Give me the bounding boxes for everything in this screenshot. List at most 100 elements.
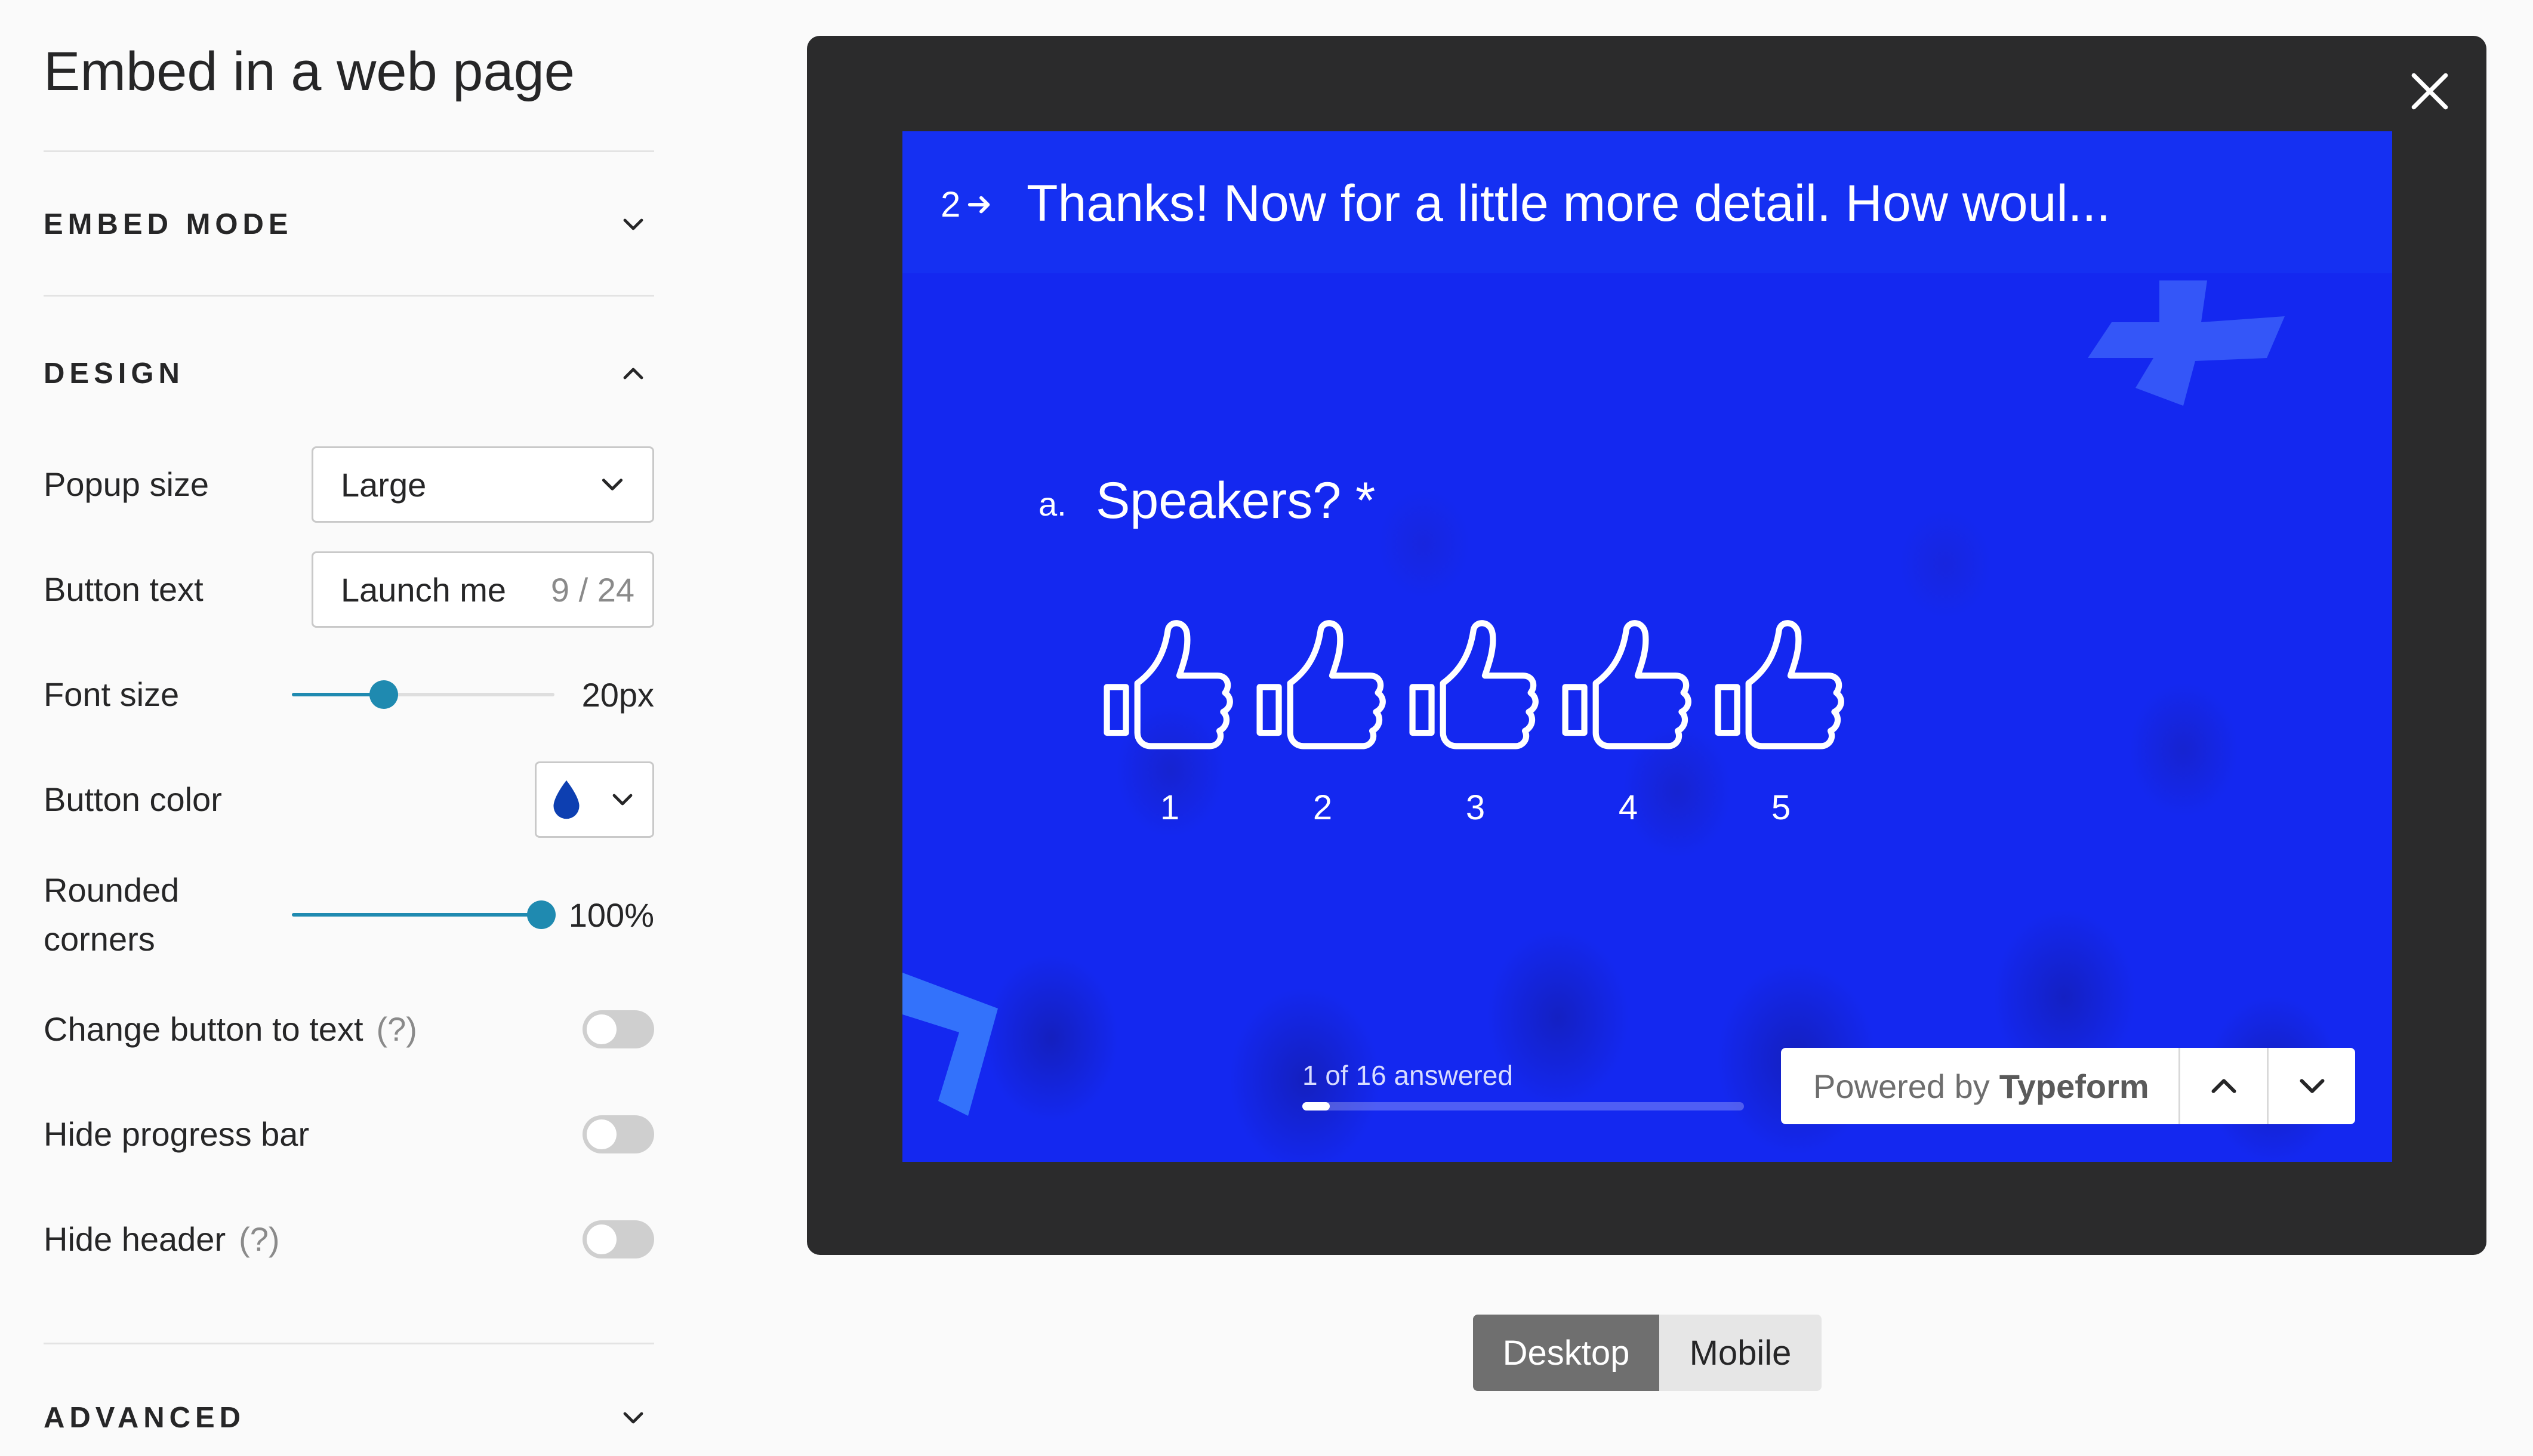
hide-header-label: Hide header (?) [44,1215,280,1264]
rating-option[interactable]: 5 [1705,615,1857,828]
rounded-corners-label-line1: Rounded [44,871,180,909]
question-title: Thanks! Now for a little more detail. Ho… [1027,175,2111,232]
chevron-up-icon [2211,1079,2236,1093]
page-title: Embed in a web page [44,41,575,102]
font-size-value: 20px [581,675,654,714]
popup-size-value: Large [341,465,427,504]
section-embed-mode[interactable]: EMBED MODE [44,195,654,254]
help-link[interactable]: (?) [377,1010,417,1048]
mobile-button[interactable]: Mobile [1659,1315,1822,1391]
thumbs-up-icon [1562,620,1691,749]
rating-option[interactable]: 1 [1093,615,1246,828]
toggle-knob [587,1224,617,1254]
rounded-corners-slider[interactable] [292,897,556,933]
chevron-down-icon [612,794,633,806]
droplet-icon [553,780,580,819]
button-text-input[interactable]: Launch me 9 / 24 [312,551,654,628]
hide-progress-bar-toggle[interactable] [583,1115,654,1153]
change-button-to-text-label: Change button to text (?) [44,1005,417,1054]
powered-by-prefix: Powered by [1813,1067,1990,1105]
rating-number: 5 [1771,788,1791,827]
section-embed-mode-label: EMBED MODE [44,208,293,240]
desktop-button[interactable]: Desktop [1473,1315,1659,1391]
rating-option[interactable]: 2 [1246,615,1399,828]
close-icon[interactable] [2403,64,2457,118]
chevron-up-icon [612,353,654,394]
progress-bar [1302,1102,1744,1110]
hide-header-row: Hide header (?) [44,1213,654,1266]
rating-option[interactable]: 3 [1399,615,1552,828]
sub-question-title: Speakers? * [1096,472,1376,529]
hide-progress-bar-label: Hide progress bar [44,1115,310,1153]
font-size-label: Font size [44,675,180,713]
divider [44,1343,654,1344]
hide-header-text: Hide header [44,1220,226,1258]
section-design[interactable]: DESIGN [44,344,654,403]
character-count: 9 / 24 [550,570,634,609]
sub-question-letter: a. [1039,485,1067,523]
popup-size-label: Popup size [44,465,209,503]
section-advanced-label: ADVANCED [44,1402,246,1434]
arrow-right-icon [968,196,990,213]
popup-size-select[interactable]: Large [312,446,654,523]
toggle-knob [587,1119,617,1149]
hide-header-toggle[interactable] [583,1220,654,1258]
chevron-down-icon [602,479,623,491]
thumbs-up-icon [1409,620,1539,749]
progress-bar-fill [1302,1102,1330,1110]
section-advanced[interactable]: ADVANCED [44,1388,654,1448]
thumbs-up-icon [1104,620,1233,749]
thumbs-up-icon [1715,620,1844,749]
rating-number: 4 [1618,788,1638,827]
decorative-cross-shape [2088,280,2285,406]
popup-size-row: Popup size Large [44,446,654,523]
chevron-down-icon [612,203,654,245]
hide-progress-bar-row: Hide progress bar [44,1108,654,1161]
thumbs-rating: 1 2 3 4 5 [1093,615,1857,828]
button-text-value: Launch me [341,570,507,609]
button-text-row: Button text Launch me 9 / 24 [44,551,654,628]
chevron-down-icon [2300,1079,2324,1093]
chevron-down-icon [612,1397,654,1439]
slider-handle[interactable] [369,680,398,709]
previous-question-button[interactable] [2178,1048,2267,1124]
device-toggle: Desktop Mobile [1473,1315,1822,1391]
slider-handle[interactable] [527,900,556,929]
section-design-label: DESIGN [44,357,184,390]
progress-text: 1 of 16 answered [1302,1060,1513,1091]
question-number-text: 2 [941,184,961,224]
change-button-to-text-toggle[interactable] [583,1010,654,1048]
rounded-corners-label-line2: corners [44,920,155,958]
next-question-button[interactable] [2267,1048,2355,1124]
popup-preview: 2 Thanks! Now for a little more detail. … [807,36,2486,1255]
rounded-corners-value: 100% [568,896,654,934]
form-header: 2 Thanks! Now for a little more detail. … [902,131,2392,273]
help-link[interactable]: (?) [239,1220,279,1258]
divider [44,150,654,152]
rounded-corners-row: Rounded corners 100% [44,864,654,965]
slider-fill [292,913,541,917]
powered-by-bar: Powered by Typeform [1781,1048,2355,1124]
rating-number: 3 [1465,788,1486,827]
divider [44,295,654,297]
change-button-to-text-text: Change button to text [44,1010,363,1048]
button-color-picker[interactable] [535,761,654,838]
button-color-row: Button color [44,761,654,838]
thumbs-up-icon [1256,620,1386,749]
question-number: 2 [941,184,994,225]
settings-panel: Embed in a web page EMBED MODE DESIGN Po… [44,0,654,1456]
button-color-label: Button color [44,781,222,818]
rating-number: 1 [1160,788,1180,827]
decorative-chevron-shape [902,973,998,1116]
font-size-slider[interactable] [292,677,554,712]
typeform-brand: Typeform [1999,1067,2149,1105]
rating-number: 2 [1312,788,1333,827]
font-size-row: Font size 20px [44,656,654,733]
typeform-embed: 2 Thanks! Now for a little more detail. … [902,131,2392,1162]
button-text-label: Button text [44,570,204,608]
rounded-corners-label: Rounded corners [44,866,179,964]
change-button-to-text-row: Change button to text (?) [44,1002,654,1056]
toggle-knob [587,1014,617,1044]
powered-by-typeform-link[interactable]: Powered by Typeform [1781,1048,2178,1124]
rating-option[interactable]: 4 [1552,615,1705,828]
